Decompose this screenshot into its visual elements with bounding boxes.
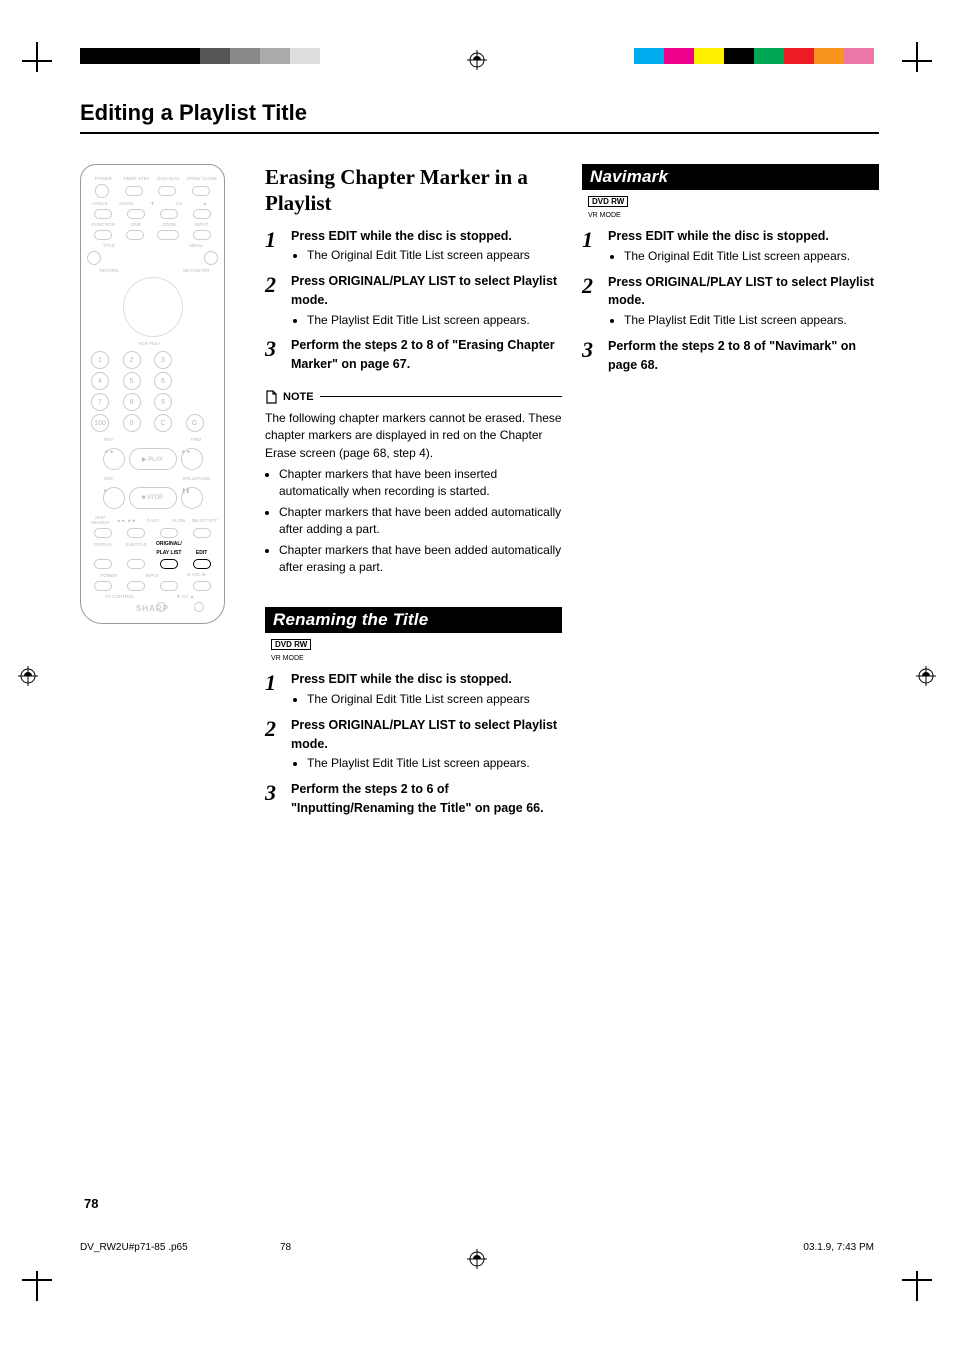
note-label: NOTE bbox=[283, 391, 314, 403]
step-item: 3 Perform the steps 2 to 6 of "Inputting… bbox=[265, 780, 562, 820]
footer: DV_RW2U#p71-85 .p65 78 03.1.9, 7:43 PM bbox=[80, 1242, 874, 1253]
remote-illustration: POWERTIMER STBYDISC NAVI.OPEN/ CLOSE ANG… bbox=[80, 164, 225, 624]
color-bars-right bbox=[634, 48, 874, 64]
step-item: 3 Perform the steps 2 to 8 of "Navimark"… bbox=[582, 337, 879, 377]
registration-mark-icon bbox=[467, 50, 487, 70]
middle-column: Erasing Chapter Marker in a Playlist 1 P… bbox=[265, 164, 562, 828]
page-content: Editing a Playlist Title POWERTIMER STBY… bbox=[80, 100, 879, 1231]
footer-page: 78 bbox=[280, 1242, 291, 1253]
section-heading-erasing: Erasing Chapter Marker in a Playlist bbox=[265, 164, 562, 217]
step-item: 2 Press ORIGINAL/PLAY LIST to select Pla… bbox=[265, 716, 562, 772]
note-icon bbox=[265, 390, 277, 404]
page-title: Editing a Playlist Title bbox=[80, 100, 879, 134]
footer-file: DV_RW2U#p71-85 .p65 bbox=[80, 1242, 188, 1253]
registration-mark-icon bbox=[18, 666, 38, 686]
step-item: 2 Press ORIGINAL/PLAY LIST to select Pla… bbox=[265, 272, 562, 328]
crop-bottom bbox=[0, 1271, 954, 1301]
step-item: 1 Press EDIT while the disc is stopped. … bbox=[265, 227, 562, 265]
footer-date: 03.1.9, 7:43 PM bbox=[803, 1242, 874, 1253]
section-heading-navimark: Navimark bbox=[582, 164, 879, 190]
color-bars-left bbox=[80, 48, 320, 64]
sharp-logo: SHARP bbox=[81, 604, 224, 613]
page-number: 78 bbox=[84, 1196, 98, 1211]
step-item: 2 Press ORIGINAL/PLAY LIST to select Pla… bbox=[582, 273, 879, 329]
step-item: 1 Press EDIT while the disc is stopped. … bbox=[265, 670, 562, 708]
step-item: 3 Perform the steps 2 to 8 of "Erasing C… bbox=[265, 336, 562, 376]
step-item: 1 Press EDIT while the disc is stopped. … bbox=[582, 227, 879, 265]
remote-column: POWERTIMER STBYDISC NAVI.OPEN/ CLOSE ANG… bbox=[80, 164, 245, 828]
note-box: NOTE The following chapter markers canno… bbox=[265, 390, 562, 577]
badge-row: DVD RW VR MODE bbox=[588, 196, 879, 219]
badge-row: DVD RW VR MODE bbox=[271, 639, 562, 662]
registration-mark-icon bbox=[916, 666, 936, 686]
right-column: Navimark DVD RW VR MODE 1 Press EDIT whi… bbox=[582, 164, 879, 828]
section-heading-renaming: Renaming the Title bbox=[265, 607, 562, 633]
